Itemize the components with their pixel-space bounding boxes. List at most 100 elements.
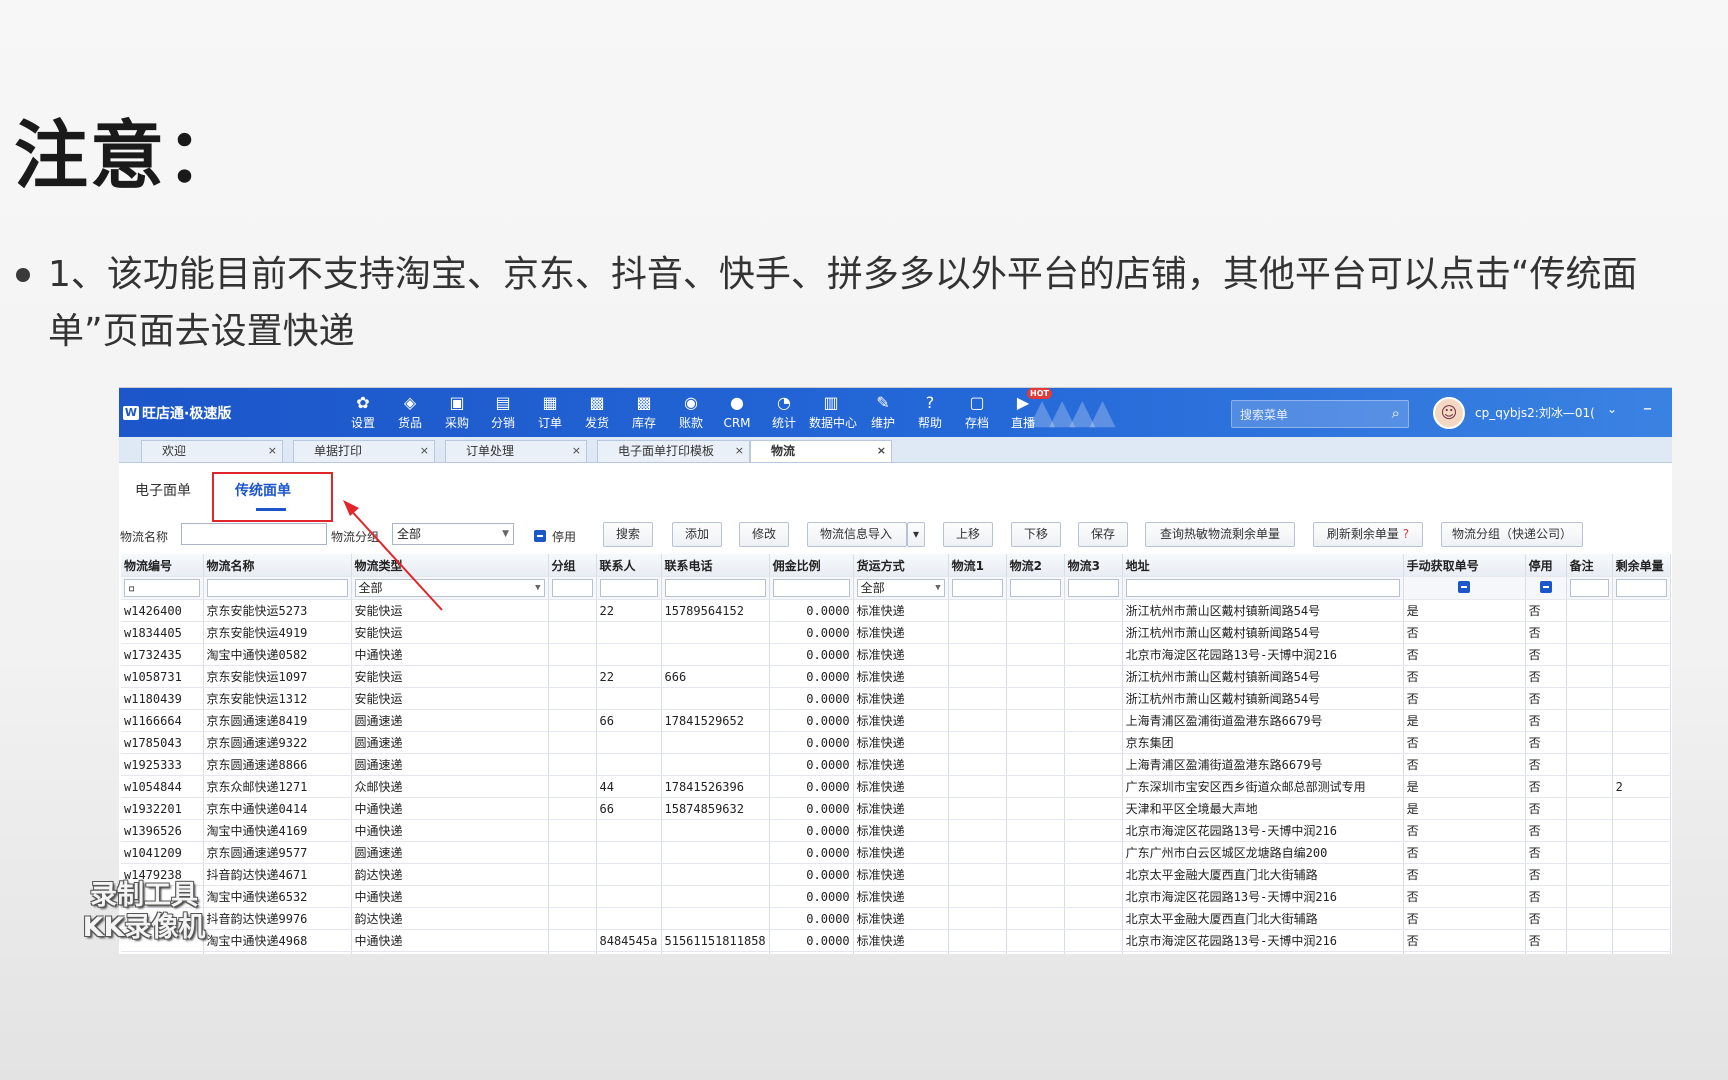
logistics-name-input[interactable]	[181, 523, 327, 545]
tab-logistics[interactable]: 物流 ×	[750, 440, 892, 462]
table-cell	[1064, 885, 1123, 908]
filter-cell[interactable]: ▫	[121, 576, 204, 600]
table-row[interactable]: w1180439 京东安能快运1312 安能快运 0.0000 标准快递 浙江杭州市萧山区…	[121, 687, 1671, 710]
nav-item-crm[interactable]: ● CRM	[715, 392, 759, 432]
filter-cell[interactable]	[1525, 576, 1567, 600]
table-cell: 标准快递	[853, 929, 949, 952]
table-row[interactable]: 抖音韵达快递9976 韵达快递 0.0000 标准快递 北京太平金融大厦西直门北大街辅路…	[121, 907, 1671, 930]
filter-cell[interactable]	[1122, 576, 1404, 600]
user-name[interactable]: cp_qybjs2:刘冰—01(	[1475, 404, 1595, 421]
filter-cell[interactable]	[948, 576, 1007, 600]
move-down-button[interactable]: 下移	[1011, 522, 1061, 547]
column-header[interactable]: 手动获取单号	[1403, 554, 1526, 577]
column-header[interactable]: 物流编号	[121, 554, 204, 577]
nav-item-box[interactable]: ◈ 货品	[388, 392, 432, 432]
column-header[interactable]: 备注	[1566, 554, 1613, 577]
filter-cell[interactable]: 全部 ▼	[853, 576, 949, 600]
column-header[interactable]: 货运方式	[853, 554, 949, 577]
nav-item-help[interactable]: ? 帮助	[908, 392, 952, 432]
table-row[interactable]: w1166664 京东圆通速递8419 圆通速递 66 17841529652 0.000…	[121, 709, 1671, 732]
table-row[interactable]: w1054844 京东众邮快递1271 众邮快递 44 17841526396 0.000…	[121, 775, 1671, 798]
table-row[interactable]: w1732435 淘宝中通快递0582 中通快递 0.0000 标准快递 北京市海淀区花园…	[121, 643, 1671, 666]
filter-cell[interactable]	[1403, 576, 1526, 600]
logistics-group-button[interactable]: 物流分组（快递公司）	[1441, 522, 1583, 547]
close-icon[interactable]: ×	[735, 441, 744, 461]
column-header[interactable]: 物流1	[948, 554, 1007, 577]
table-row[interactable]: w1491390淘宝中通快递6917中通快递 0.0000标准快递 北京市海淀区花园…	[121, 951, 1671, 954]
filter-cell[interactable]	[769, 576, 854, 600]
nav-item-order[interactable]: ▦ 订单	[528, 392, 572, 432]
tab-electronic-waybill[interactable]: 电子面单	[135, 480, 191, 500]
filter-cell[interactable]: 全部 ▼	[351, 576, 549, 600]
nav-item-archive[interactable]: ▢ 存档	[955, 392, 999, 432]
table-row[interactable]: w1834405 京东安能快运4919 安能快运 0.0000 标准快递 浙江杭州市萧山区…	[121, 621, 1671, 644]
chevron-down-icon[interactable]: ⌄	[1607, 402, 1617, 416]
save-button[interactable]: 保存	[1078, 522, 1128, 547]
menu-search-input[interactable]: 搜索菜单 ⌕	[1231, 400, 1409, 428]
nav-item-warehouse[interactable]: ▩ 库存	[622, 392, 666, 432]
filter-cell[interactable]	[596, 576, 662, 600]
nav-item-stats[interactable]: ◔ 统计	[762, 392, 806, 432]
table-row[interactable]: 淘宝中通快递6532 中通快递 0.0000 标准快递 北京市海淀区花园路13号-天博中…	[121, 885, 1671, 908]
table-row[interactable]: w1479238 抖音韵达快递4671 韵达快递 0.0000 标准快递 北京太平金融大厦…	[121, 863, 1671, 886]
column-header[interactable]: 物流名称	[203, 554, 352, 577]
column-header[interactable]: 联系人	[596, 554, 662, 577]
nav-item-datacenter[interactable]: ▥ 数据中心	[809, 392, 857, 432]
filter-cell[interactable]	[1006, 576, 1065, 600]
filter-cell[interactable]	[548, 576, 597, 600]
nav-item-cart[interactable]: ▣ 采购	[435, 392, 479, 432]
import-button[interactable]: 物流信息导入	[807, 522, 907, 547]
close-icon[interactable]: ×	[877, 441, 886, 461]
table-row[interactable]: w1426400 京东安能快运5273 安能快运 22 15789564152 0.000…	[121, 599, 1671, 622]
move-up-button[interactable]: 上移	[943, 522, 993, 547]
column-header[interactable]: 物流类型	[351, 554, 549, 577]
table-row[interactable]: w1932201 京东中通快递0414 中通快递 66 15874859632 0.000…	[121, 797, 1671, 820]
minimize-icon[interactable]: –	[1643, 398, 1652, 419]
import-dropdown[interactable]: ▾	[907, 522, 925, 547]
tab-order[interactable]: 订单处理 ×	[445, 440, 587, 462]
add-button[interactable]: 添加	[672, 522, 722, 547]
filter-cell[interactable]	[203, 576, 352, 600]
avatar[interactable]: ☺	[1433, 397, 1465, 429]
table-row[interactable]: w1041209 京东圆通速递9577 圆通速递 0.0000 标准快递 广东广州市白云区…	[121, 841, 1671, 864]
close-icon[interactable]: ×	[268, 441, 277, 461]
table-row[interactable]: w1785043 京东圆通速递9322 圆通速递 0.0000 标准快递 京东集团否否	[121, 731, 1671, 754]
nav-item-account[interactable]: ◉ 账款	[669, 392, 713, 432]
column-header[interactable]: 联系电话	[661, 554, 770, 577]
tab-welcome[interactable]: 欢迎 ×	[141, 440, 283, 462]
column-header[interactable]: 剩余单量	[1612, 554, 1671, 577]
search-icon[interactable]: ⌕	[1392, 404, 1400, 422]
logistics-group-select[interactable]: 全部 ▼	[392, 523, 514, 545]
table-row[interactable]: w1925333 京东圆通速递8866 圆通速递 0.0000 标准快递 上海青浦区盈浦街…	[121, 753, 1671, 776]
manual-filter-checkbox[interactable]	[1458, 580, 1471, 593]
filter-cell[interactable]	[661, 576, 770, 600]
search-button[interactable]: 搜索	[603, 522, 653, 547]
table-row[interactable]: w1058731 京东安能快运1097 安能快运 22 666 0.0000 标准快递 浙江杭…	[121, 665, 1671, 688]
nav-item-split[interactable]: ▤ 分销	[481, 392, 525, 432]
tab-print[interactable]: 单据打印 ×	[293, 440, 435, 462]
disabled-filter-checkbox[interactable]	[1539, 580, 1552, 593]
nav-item-ship[interactable]: ▩ 发货	[575, 392, 619, 432]
disable-checkbox[interactable]	[534, 530, 546, 542]
tab-template[interactable]: 电子面单打印模板 ×	[597, 440, 750, 462]
table-row[interactable]: w1396526 淘宝中通快递4169 中通快递 0.0000 标准快递 北京市海淀区花园…	[121, 819, 1671, 842]
query-remaining-button[interactable]: 查询热敏物流剩余单量	[1145, 522, 1295, 547]
refresh-remaining-button[interactable]: 刷新剩余单量 ?	[1313, 522, 1423, 547]
close-icon[interactable]: ×	[572, 441, 581, 461]
app-logo[interactable]: W 旺店通·极速版	[123, 403, 231, 423]
edit-button[interactable]: 修改	[739, 522, 789, 547]
column-header[interactable]: 停用	[1525, 554, 1567, 577]
nav-item-wrench[interactable]: ✎ 维护	[861, 392, 905, 432]
table-row[interactable]: 淘宝中通快递4968 中通快递 8484545a 51561151811858 0.00…	[121, 929, 1671, 952]
column-header[interactable]: 佣金比例	[769, 554, 854, 577]
filter-cell[interactable]	[1566, 576, 1613, 600]
column-header[interactable]: 分组	[548, 554, 597, 577]
filter-cell[interactable]	[1064, 576, 1123, 600]
nav-item-gear[interactable]: ✿ 设置	[341, 392, 385, 432]
column-header[interactable]: 物流3	[1064, 554, 1123, 577]
column-header[interactable]: 物流2	[1006, 554, 1065, 577]
column-header[interactable]: 地址	[1122, 554, 1404, 577]
help-icon[interactable]: ?	[1403, 527, 1409, 541]
close-icon[interactable]: ×	[420, 441, 429, 461]
filter-cell[interactable]	[1612, 576, 1671, 600]
